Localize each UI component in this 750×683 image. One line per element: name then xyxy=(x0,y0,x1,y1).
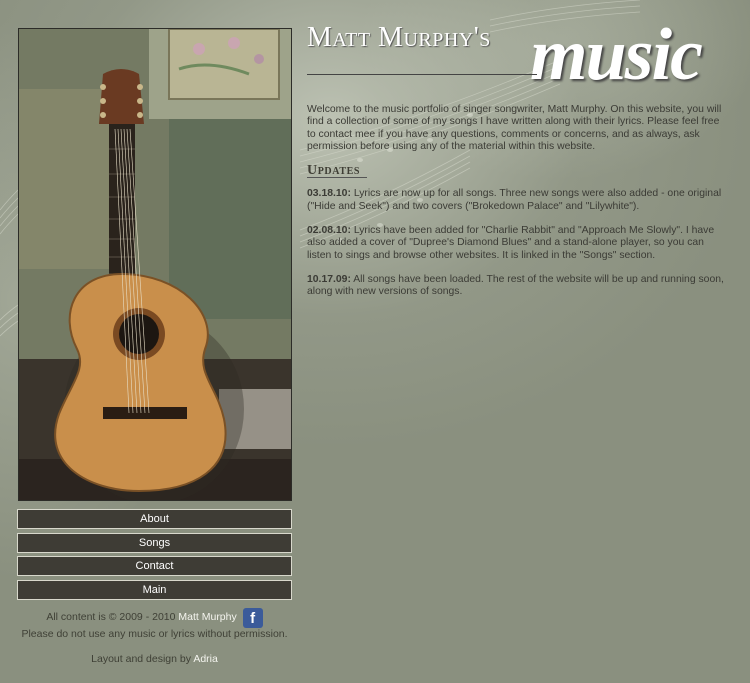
copyright-text: All content is © 2009 - 2010 xyxy=(46,611,176,623)
title-divider xyxy=(307,74,537,75)
update-text: Lyrics are now up for all songs. Three n… xyxy=(307,188,722,212)
update-item: 10.17.09: All songs have been loaded. Th… xyxy=(307,274,727,299)
update-date: 10.17.09: xyxy=(307,273,351,285)
update-text: Lyrics have been added for "Charlie Rabb… xyxy=(307,225,715,261)
update-date: 03.18.10: xyxy=(307,188,351,200)
update-item: 02.08.10: Lyrics have been added for "Ch… xyxy=(307,225,727,262)
designer-link[interactable]: Adria xyxy=(193,653,218,665)
design-credit: Layout and design by Adria xyxy=(17,653,292,666)
footer: All content is © 2009 - 2010 Matt Murphy… xyxy=(17,608,292,666)
author-link[interactable]: Matt Murphy xyxy=(178,611,236,623)
intro-text: Welcome to the music portfolio of singer… xyxy=(307,104,722,152)
main-content: Welcome to the music portfolio of singer… xyxy=(307,104,727,311)
site-title: Matt Murphy's xyxy=(307,22,491,53)
update-text: All songs have been loaded. The rest of … xyxy=(307,273,724,298)
design-credit-text: Layout and design by xyxy=(91,653,191,665)
nav-main[interactable]: Main xyxy=(17,579,292,600)
site-title-music: music xyxy=(530,14,703,96)
update-item: 03.18.10: Lyrics are now up for all song… xyxy=(307,188,727,213)
facebook-icon[interactable]: f xyxy=(242,608,263,628)
guitar-photo xyxy=(18,28,292,501)
updates-heading: Updates xyxy=(307,164,367,179)
copyright-line: All content is © 2009 - 2010 Matt Murphy… xyxy=(17,608,292,628)
nav-songs[interactable]: Songs xyxy=(17,532,292,553)
nav-about[interactable]: About xyxy=(17,509,292,529)
permission-notice: Please do not use any music or lyrics wi… xyxy=(21,628,288,640)
update-date: 02.08.10: xyxy=(307,225,351,237)
guitar-illustration xyxy=(19,29,291,500)
main-nav: About Songs Contact Main xyxy=(17,509,292,603)
nav-contact[interactable]: Contact xyxy=(17,556,292,576)
